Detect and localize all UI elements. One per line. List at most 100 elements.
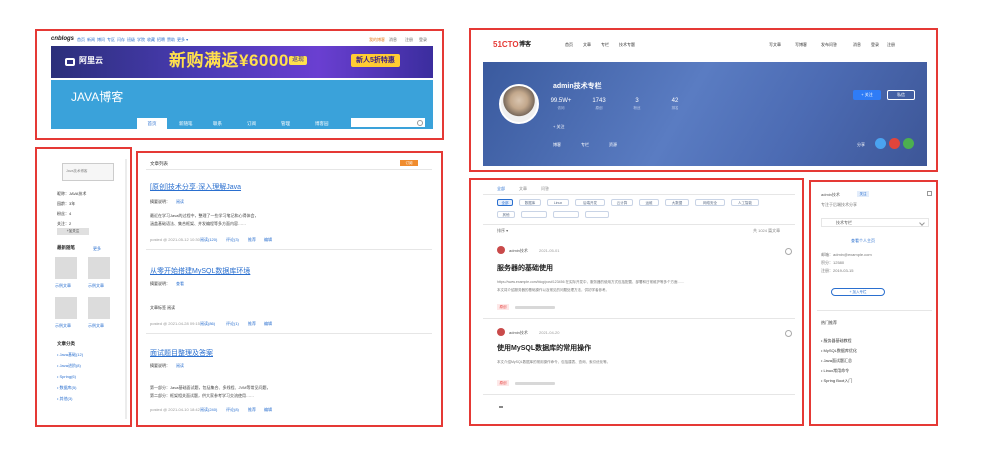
thumb-4[interactable] <box>88 297 110 319</box>
nav-register[interactable]: 注册 <box>405 37 413 42</box>
cto-messages[interactable]: 消息 <box>853 40 861 50</box>
search-input[interactable] <box>351 118 425 127</box>
search-icon[interactable] <box>417 120 423 126</box>
category-item[interactable]: • Java进阶(8) <box>57 363 81 368</box>
post-title[interactable]: 面试题目整理及答案 <box>150 349 213 358</box>
tag-item[interactable]: 其他 <box>497 211 515 218</box>
follow-button[interactable]: +加关注 <box>57 228 89 235</box>
post-title[interactable]: [原创]技术分享·深入理解Java <box>150 183 241 192</box>
cto-logo-sub[interactable]: 博客 <box>519 41 531 49</box>
post-comment-link[interactable]: 评论(3) <box>226 237 239 242</box>
tab-new-post[interactable]: 新随笔 <box>179 118 193 129</box>
share-wechat-icon[interactable] <box>903 138 914 149</box>
tag-item[interactable]: 全部 <box>497 199 513 206</box>
blog-title[interactable]: JAVA博客 <box>71 90 123 104</box>
tag-item[interactable]: 运维 <box>639 199 659 206</box>
post-comment-link[interactable]: 评论(8) <box>226 407 239 412</box>
tag-item[interactable]: 数据库 <box>519 199 541 206</box>
cto-nav-articles[interactable]: 文章 <box>583 40 591 50</box>
cto-post-qa[interactable]: 发布问答 <box>821 40 837 50</box>
cto-login[interactable]: 登录 <box>871 40 879 50</box>
cto-nav-topics[interactable]: 技术专题 <box>619 40 635 50</box>
category-item[interactable]: • 其他(3) <box>57 396 72 401</box>
side-user[interactable]: admin技术 <box>821 192 840 197</box>
ad-banner[interactable]: 阿里云 新购满返¥6000 返现 新人5折特惠 <box>51 46 433 78</box>
post-edit-link[interactable]: 编辑 <box>264 407 272 412</box>
cto-logo[interactable]: 51CTO <box>493 40 519 50</box>
post-meta-link[interactable]: 阅读 <box>176 199 184 204</box>
profile-link-columns[interactable]: 专栏 <box>581 142 589 147</box>
category-item-label[interactable]: Java进阶(8) <box>60 363 81 368</box>
tab-contact[interactable]: 联系 <box>213 118 222 129</box>
more-icon[interactable] <box>785 330 792 337</box>
post-edit-link[interactable]: 编辑 <box>264 321 272 326</box>
recent-more-link[interactable]: 更多 <box>93 246 101 251</box>
side-link[interactable]: 查看个人主页 <box>851 238 875 243</box>
close-icon[interactable] <box>927 191 932 196</box>
tag-item[interactable]: 人工智能 <box>731 199 759 206</box>
post-recommend-link[interactable]: 推荐 <box>248 407 256 412</box>
cto-write-blog[interactable]: 写博客 <box>795 40 807 50</box>
author-avatar[interactable] <box>497 246 505 254</box>
tab-subscribe[interactable]: 订阅 <box>247 118 256 129</box>
cnblogs-logo[interactable]: cnblogs <box>51 35 74 43</box>
thumb-link-2[interactable]: 示例文章 <box>88 283 104 288</box>
profile-avatar[interactable] <box>499 84 539 124</box>
side-list-item[interactable]: • Spring Boot入门 <box>821 378 852 383</box>
tag-item[interactable]: 大数据 <box>665 199 689 206</box>
post-read-link[interactable]: 阅读(86) <box>200 321 215 326</box>
more-icon[interactable] <box>785 248 792 255</box>
profile-line2[interactable]: + 关注 <box>553 124 564 129</box>
post-meta-link[interactable]: 查看 <box>176 281 184 286</box>
post-title[interactable]: 服务器的基础使用 <box>497 264 553 273</box>
thumb-1[interactable] <box>55 257 77 279</box>
nav-home[interactable]: 首页 <box>77 37 85 42</box>
tag-item[interactable]: 云计算 <box>611 199 633 206</box>
post-recommend-link[interactable]: 推荐 <box>248 237 256 242</box>
nav-qa[interactable]: 博问 <box>97 37 105 42</box>
nav-news[interactable]: 新闻 <box>87 37 95 42</box>
side-list-item-label[interactable]: Spring Boot入门 <box>824 378 853 383</box>
sidebar-scrollbar[interactable] <box>125 159 127 419</box>
tab-manage[interactable]: 管理 <box>281 118 290 129</box>
cto-register[interactable]: 注册 <box>887 40 895 50</box>
category-item-label[interactable]: Java基础(12) <box>60 352 84 357</box>
profile-link-resources[interactable]: 资源 <box>609 142 617 147</box>
post-read-link[interactable]: 阅读(120) <box>200 237 217 242</box>
nav-sponsor[interactable]: 赞助 <box>167 37 175 42</box>
tag-item[interactable]: 后端开发 <box>575 199 605 206</box>
thumb-2[interactable] <box>88 257 110 279</box>
tag-item[interactable] <box>553 211 579 218</box>
cto-tab-articles[interactable]: 文章 <box>519 186 527 191</box>
category-item-label[interactable]: 数据库(5) <box>60 385 77 390</box>
post-recommend-link[interactable]: 推荐 <box>248 321 256 326</box>
share-qq-icon[interactable] <box>875 138 886 149</box>
tag-item[interactable] <box>585 211 609 218</box>
tag-item[interactable]: Linux <box>547 199 569 206</box>
side-list-item-label[interactable]: 服务器基础教程 <box>824 338 852 343</box>
cto-tab-qa[interactable]: 问答 <box>541 186 549 191</box>
subscribe-badge[interactable]: 订阅 <box>400 160 418 166</box>
side-list-item[interactable]: • Linux常用命令 <box>821 368 849 373</box>
nav-flash[interactable]: 闪存 <box>117 37 125 42</box>
tag-item[interactable] <box>521 211 547 218</box>
nav-academy[interactable]: 学院 <box>137 37 145 42</box>
side-row[interactable]: 技术专栏 <box>821 218 929 227</box>
follow-button[interactable]: + 关注 <box>853 90 881 100</box>
side-list-item[interactable]: • MySQL数据库优化 <box>821 348 857 353</box>
profile-follow-count[interactable]: 关注：2 <box>57 221 71 226</box>
nav-more[interactable]: 更多 ▾ <box>177 37 188 42</box>
sort-dropdown[interactable]: 排序 ▾ <box>497 228 508 233</box>
cto-write-article[interactable]: 写文章 <box>769 40 781 50</box>
post-read-link[interactable]: 阅读(240) <box>200 407 217 412</box>
nav-class[interactable]: 班级 <box>127 37 135 42</box>
profile-name[interactable]: admin技术专栏 <box>553 82 602 91</box>
tab-home[interactable]: 首页 <box>137 118 167 129</box>
profile-fans[interactable]: 粉丝：4 <box>57 211 71 216</box>
category-item[interactable]: • 数据库(5) <box>57 385 76 390</box>
nav-login[interactable]: 登录 <box>419 37 427 42</box>
tab-cnblogs[interactable]: 博客园 <box>315 118 329 129</box>
post-title[interactable]: 使用MySQL数据库的常用操作 <box>497 344 591 353</box>
join-column-button[interactable]: + 加入专栏 <box>831 288 885 296</box>
thumb-3[interactable] <box>55 297 77 319</box>
